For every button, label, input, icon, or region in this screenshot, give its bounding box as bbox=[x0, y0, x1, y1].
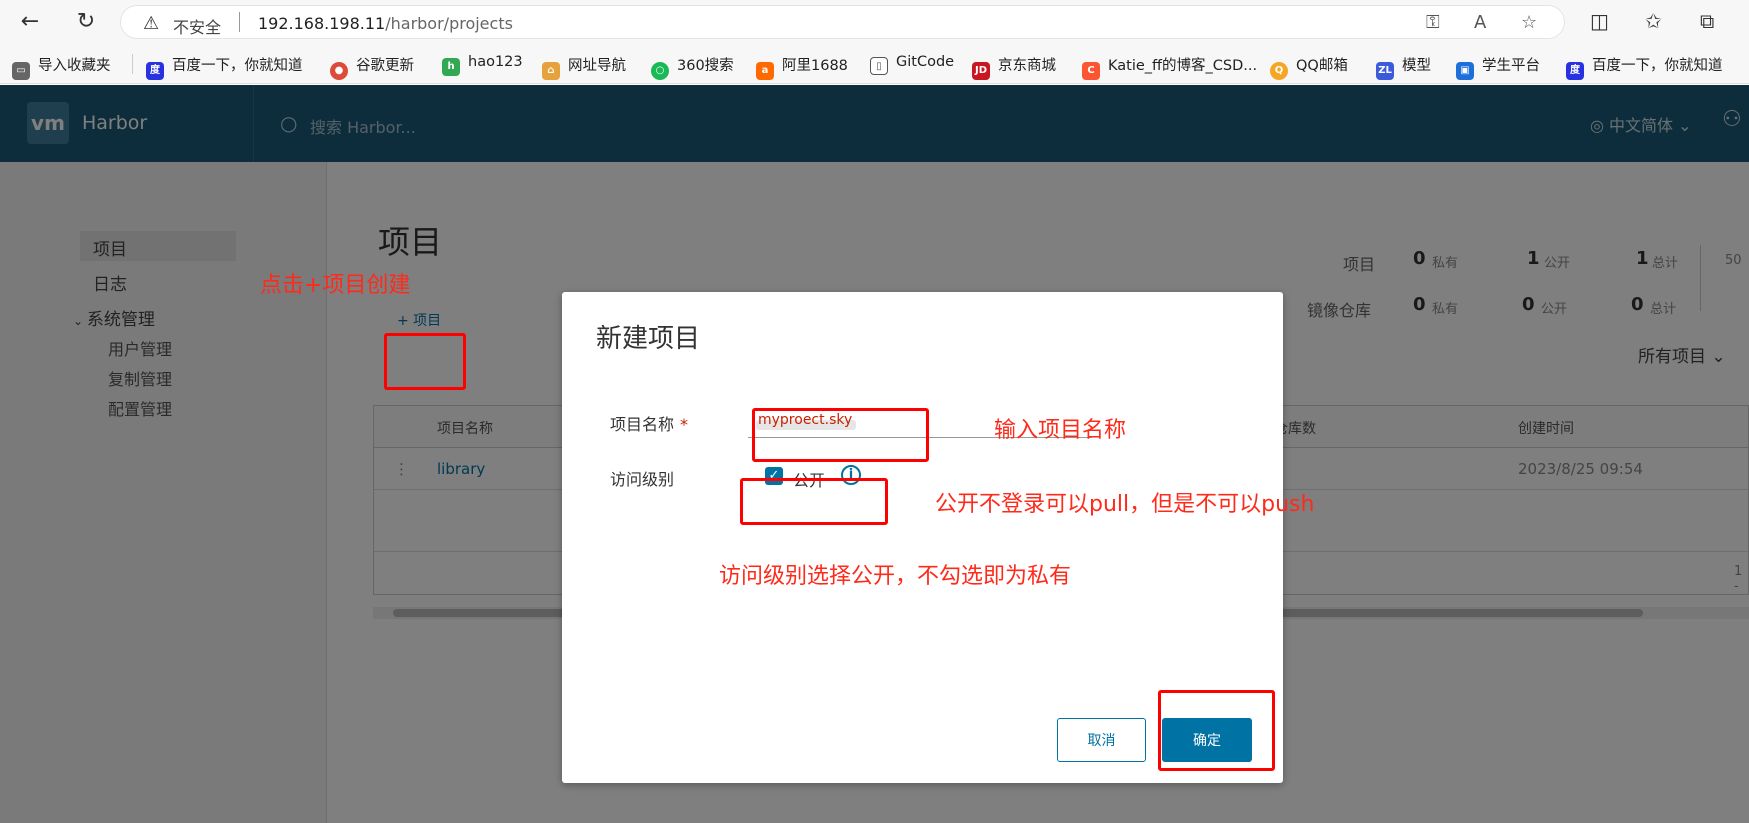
favorites-list-icon[interactable]: ✩ bbox=[1645, 9, 1662, 33]
bookmark-item[interactable]: a 阿里1688 bbox=[756, 54, 848, 80]
jd-icon: JD bbox=[972, 62, 990, 80]
annotation-access-hint: 访问级别选择公开，不勾选即为私有 bbox=[719, 564, 1072, 589]
favorite-star-icon[interactable]: ☆ bbox=[1521, 12, 1537, 33]
annotation-add-hint: 点击+项目创建 bbox=[260, 273, 411, 298]
search-360-icon: ○ bbox=[651, 62, 669, 80]
collections-icon[interactable]: ⧉ bbox=[1700, 9, 1714, 33]
bookmark-item[interactable]: C Katie_ff的博客_CSD... bbox=[1082, 54, 1257, 80]
student-platform-icon: ▣ bbox=[1456, 62, 1474, 80]
warning-icon: ⚠ bbox=[143, 13, 160, 34]
highlight-public-checkbox bbox=[740, 478, 888, 525]
bookmark-item[interactable]: 度百度一下，你就知道 bbox=[1566, 54, 1723, 80]
split-screen-icon[interactable]: ◫ bbox=[1590, 9, 1609, 33]
highlight-add-project bbox=[384, 333, 466, 390]
access-level-label: 访问级别 bbox=[610, 470, 675, 489]
highlight-confirm-button bbox=[1158, 690, 1275, 771]
back-arrow-icon[interactable]: ← bbox=[16, 8, 44, 36]
baidu-icon: 度 bbox=[1566, 62, 1584, 80]
bookmark-item[interactable]: ▣ 学生平台 bbox=[1456, 54, 1540, 80]
bookmark-item[interactable]: ZL 模型 bbox=[1376, 54, 1431, 80]
bookmark-item[interactable]: 度百度一下，你就知道 bbox=[146, 54, 303, 80]
bookmark-item[interactable]: Q QQ邮箱 bbox=[1270, 54, 1348, 80]
bookmark-import[interactable]: ▭ 导入收藏夹 bbox=[12, 54, 111, 80]
reload-icon[interactable]: ↻ bbox=[72, 8, 100, 36]
bookmark-item[interactable]: ● 谷歌更新 bbox=[330, 54, 414, 80]
dialog-title: 新建项目 bbox=[596, 324, 701, 354]
bookmark-item[interactable]: ○ 360搜索 bbox=[651, 54, 734, 80]
url-text: 192.168.198.11/harbor/projects bbox=[258, 14, 513, 33]
address-bar[interactable]: ⚠ 不安全 192.168.198.11/harbor/projects ⚿ A… bbox=[120, 5, 1565, 39]
required-mark: * bbox=[680, 415, 689, 434]
home-icon: ⌂ bbox=[542, 62, 560, 80]
zl-icon: ZL bbox=[1376, 62, 1394, 80]
project-name-label: 项目名称 * bbox=[610, 415, 689, 434]
bookmark-item[interactable]: ⌂ 网址导航 bbox=[542, 54, 626, 80]
folder-icon: ▭ bbox=[12, 62, 30, 80]
hao123-icon: h bbox=[442, 58, 460, 76]
chrome-icon: ● bbox=[330, 62, 348, 80]
bookmark-separator bbox=[132, 54, 133, 74]
annotation-name-hint: 输入项目名称 bbox=[994, 418, 1127, 443]
read-aloud-icon[interactable]: A bbox=[1474, 12, 1486, 33]
qq-mail-icon: Q bbox=[1270, 62, 1288, 80]
baidu-icon: 度 bbox=[146, 62, 164, 80]
browser-toolbar: ← ↻ ⚠ 不安全 192.168.198.11/harbor/projects… bbox=[0, 0, 1749, 44]
insecure-label: 不安全 bbox=[173, 18, 222, 37]
file-icon: ▯ bbox=[870, 57, 888, 75]
csdn-icon: C bbox=[1082, 62, 1100, 80]
key-icon[interactable]: ⚿ bbox=[1426, 12, 1440, 33]
bookmark-item[interactable]: JD 京东商城 bbox=[972, 54, 1056, 80]
bookmark-item[interactable]: h hao123 bbox=[442, 54, 523, 76]
annotation-public-hint: 公开不登录可以pull，但是不可以push bbox=[935, 492, 1315, 517]
bookmark-item[interactable]: ▯ GitCode bbox=[870, 54, 954, 75]
bookmarks-bar: ▭ 导入收藏夹 度百度一下，你就知道 ● 谷歌更新 h hao123 ⌂ 网址导航 ○ 3… bbox=[0, 44, 1749, 84]
alibaba-icon: a bbox=[756, 62, 774, 80]
highlight-name-input bbox=[752, 408, 929, 462]
cancel-button[interactable]: 取消 bbox=[1057, 718, 1146, 762]
url-separator bbox=[239, 12, 240, 32]
